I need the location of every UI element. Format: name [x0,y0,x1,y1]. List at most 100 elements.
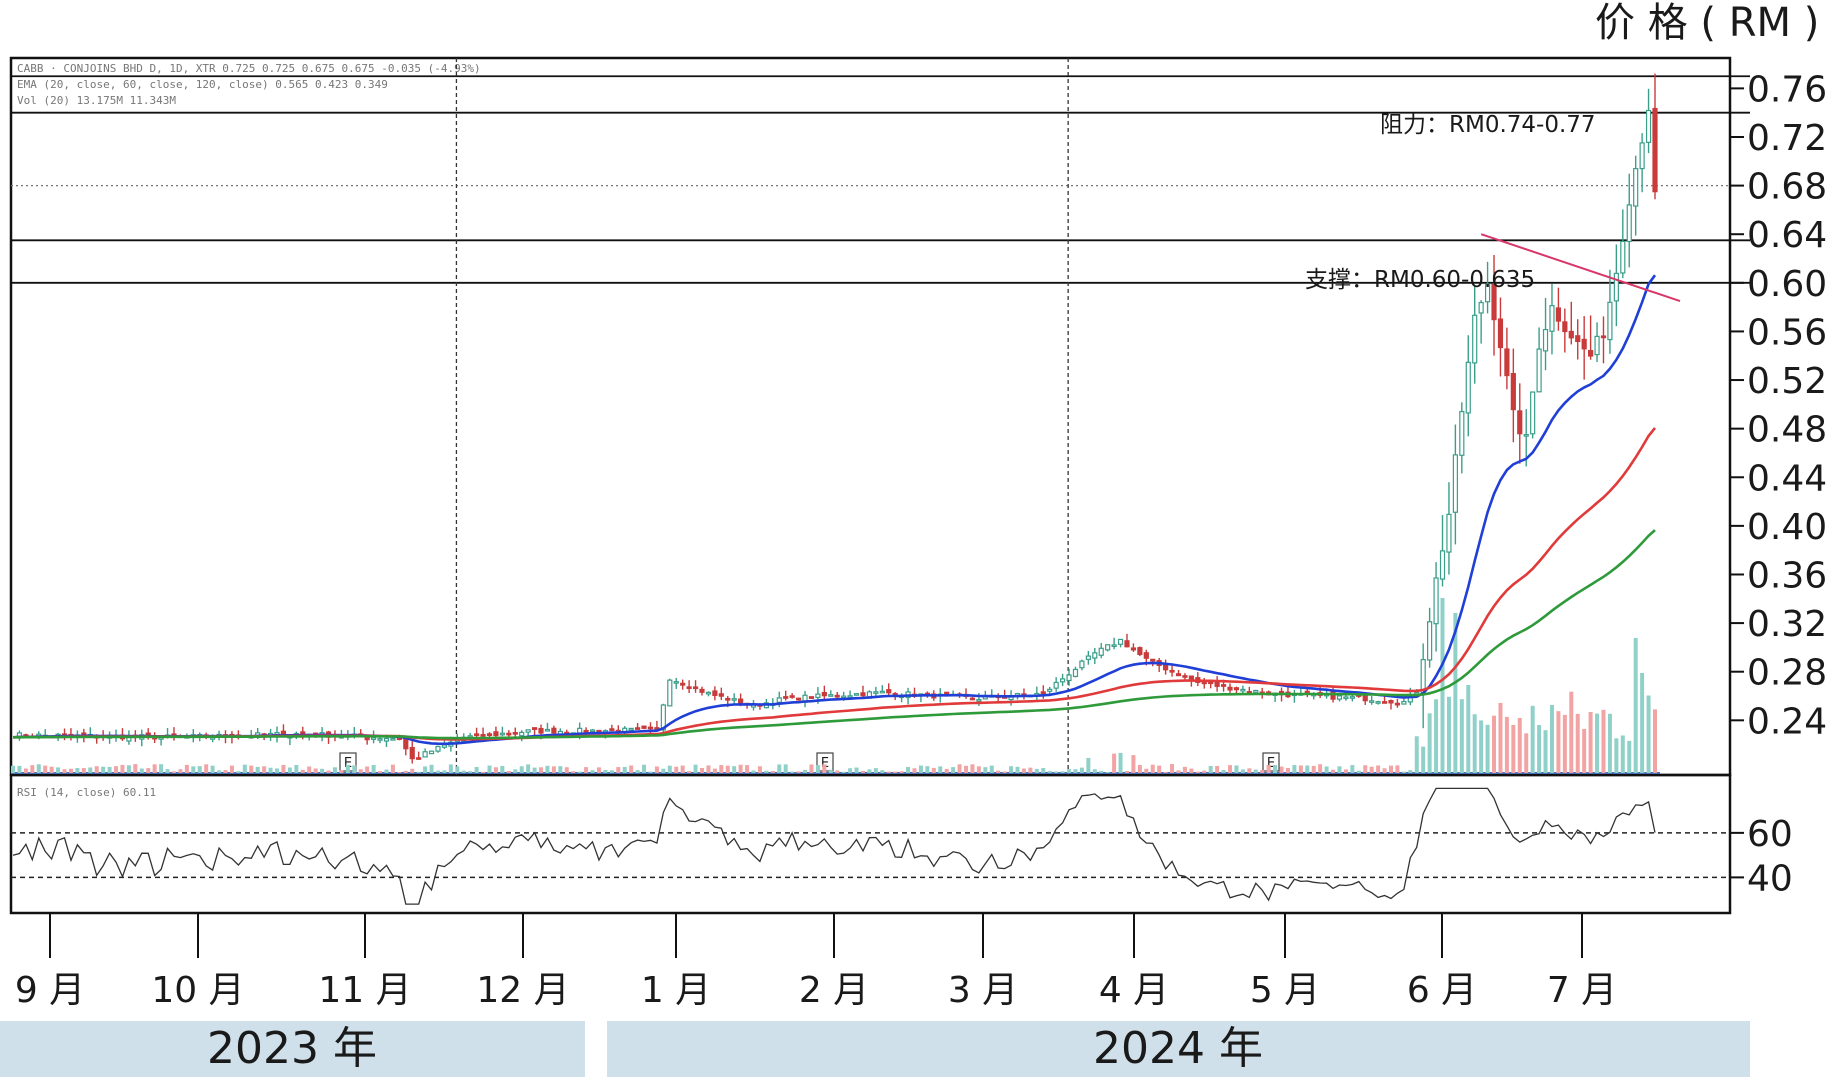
volume-bar [1620,735,1625,773]
candle-body [1639,142,1645,170]
volume-bar [732,766,737,773]
candle-body [1530,391,1536,435]
volume-bar [1466,685,1471,773]
volume-bar [596,767,601,773]
volume-bar [796,771,801,773]
volume-bar [133,764,138,773]
volume-bar [1434,699,1439,773]
candle-body [1588,349,1594,357]
candle-body [409,747,415,760]
month-label: 6 月 [1407,970,1477,1011]
volume-bar [1292,765,1297,773]
candle-body [1427,621,1433,661]
rsi-axis: 6040 [1730,814,1793,899]
volume-bar [1414,736,1419,773]
volume-bar [616,767,621,773]
candle-body [976,699,982,702]
volume-bar [384,769,389,773]
volume-bar [397,771,402,773]
volume-bar [1537,725,1542,773]
volume-bar [931,767,936,773]
candle-body [1452,454,1458,513]
candle-body [1066,674,1072,682]
candle-body [1607,301,1613,341]
price-tick-label: 0.52 [1747,361,1827,402]
volume-bar [435,770,440,773]
candle-body [1459,410,1465,456]
volume-bar [513,769,518,773]
candle-body [506,732,512,736]
volume-bar [680,765,685,773]
volume-bar [1595,713,1600,773]
legend-line-2: EMA (20, close, 60, close, 120, close) 0… [17,78,388,91]
candle-body [686,686,692,690]
volume-bar [191,766,196,773]
month-label: 10 月 [151,970,244,1011]
volume-bar [171,771,176,773]
volume-bar [1253,769,1258,773]
volume-bar [1350,765,1355,773]
volume-bar [1356,770,1361,773]
candle-body [1124,640,1130,648]
volume-bar [699,767,704,773]
volume-bar [75,768,80,773]
volume-bar [1195,771,1200,773]
rsi-tick-label: 40 [1747,858,1793,899]
volume-bar [899,771,904,773]
volume-bar [1331,769,1336,773]
month-label: 11 月 [318,970,411,1011]
volume-bar [1182,766,1187,773]
volume-bar [1221,770,1226,773]
volume-bar [1002,771,1007,773]
volume-bar [526,764,531,773]
volume-bar [1015,766,1020,773]
volume-bar [1105,771,1110,773]
candle-body [499,732,505,736]
volume-bar [1131,755,1136,773]
volume-bar [493,767,498,773]
candle-body [969,697,976,701]
rsi-line [12,787,1656,905]
candle-body [853,693,860,696]
candle-body [435,745,441,752]
volume-bar [49,766,54,773]
volume-bar [1395,765,1400,773]
candle-body [370,737,377,740]
candle-body [1111,644,1117,648]
candle-body [512,731,518,735]
candle-body [1472,314,1478,364]
volume-bar [674,766,679,773]
candle-body [1098,647,1104,656]
candle-body [1626,204,1632,243]
volume-bar [1092,769,1097,773]
candle-body [705,691,712,695]
candle-body [834,694,840,698]
volume-bar [461,770,466,773]
volume-bar [532,767,537,773]
candle-body [641,725,647,729]
volume-bar [706,765,711,773]
volume-bar [1021,768,1026,773]
volume-bar [1401,771,1406,773]
volume-bar [1273,765,1278,773]
volume-bar [88,767,93,773]
candle-body [1143,652,1149,659]
volume-bar [1588,711,1593,773]
volume-bar [1492,715,1497,773]
volume-bar [571,771,576,773]
volume-bar [1124,771,1129,773]
volume-bar [970,764,975,773]
volume-bar [300,769,305,773]
volume-bar [854,767,859,773]
volume-bar [178,769,183,773]
volume-bar [455,766,460,773]
volume-bar [332,767,337,773]
volume-bar [1485,724,1490,773]
candle-body [718,693,724,697]
volume-bar [126,765,131,773]
volume-bar [275,768,280,773]
volume-bar [1530,705,1535,773]
volume-bar [783,764,788,773]
candle-body [1175,673,1182,677]
candle-body [647,726,654,730]
